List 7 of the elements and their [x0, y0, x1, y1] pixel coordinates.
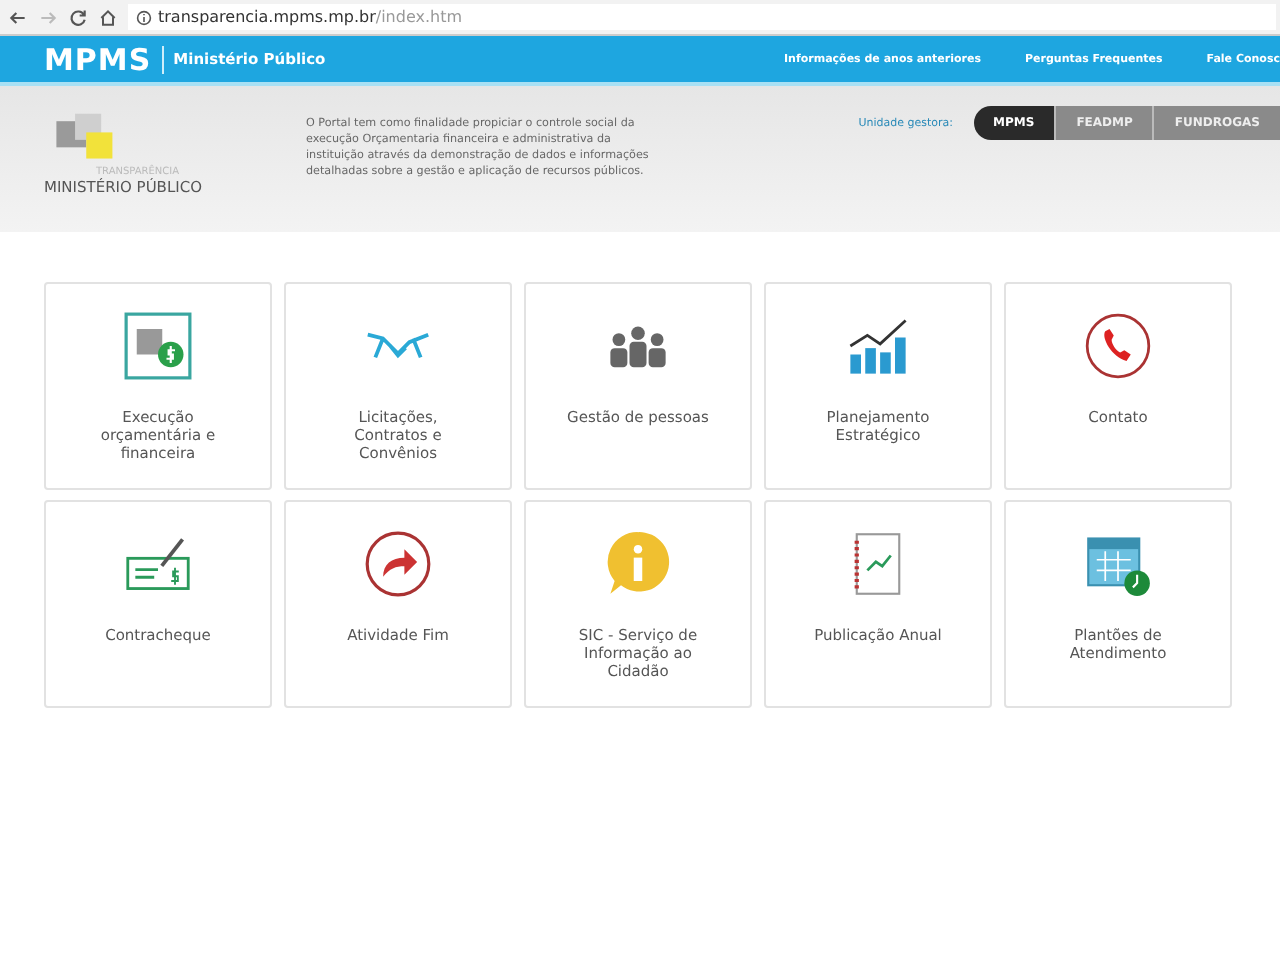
phone-icon: [1084, 312, 1152, 380]
info-icon: [136, 9, 152, 25]
info-bubble-icon: [604, 530, 672, 598]
reload-icon[interactable]: [68, 7, 88, 27]
back-icon[interactable]: [8, 7, 28, 27]
home-icon[interactable]: [98, 7, 118, 27]
address-bar[interactable]: transparencia.mpms.mp.br/index.htm: [128, 4, 1276, 30]
